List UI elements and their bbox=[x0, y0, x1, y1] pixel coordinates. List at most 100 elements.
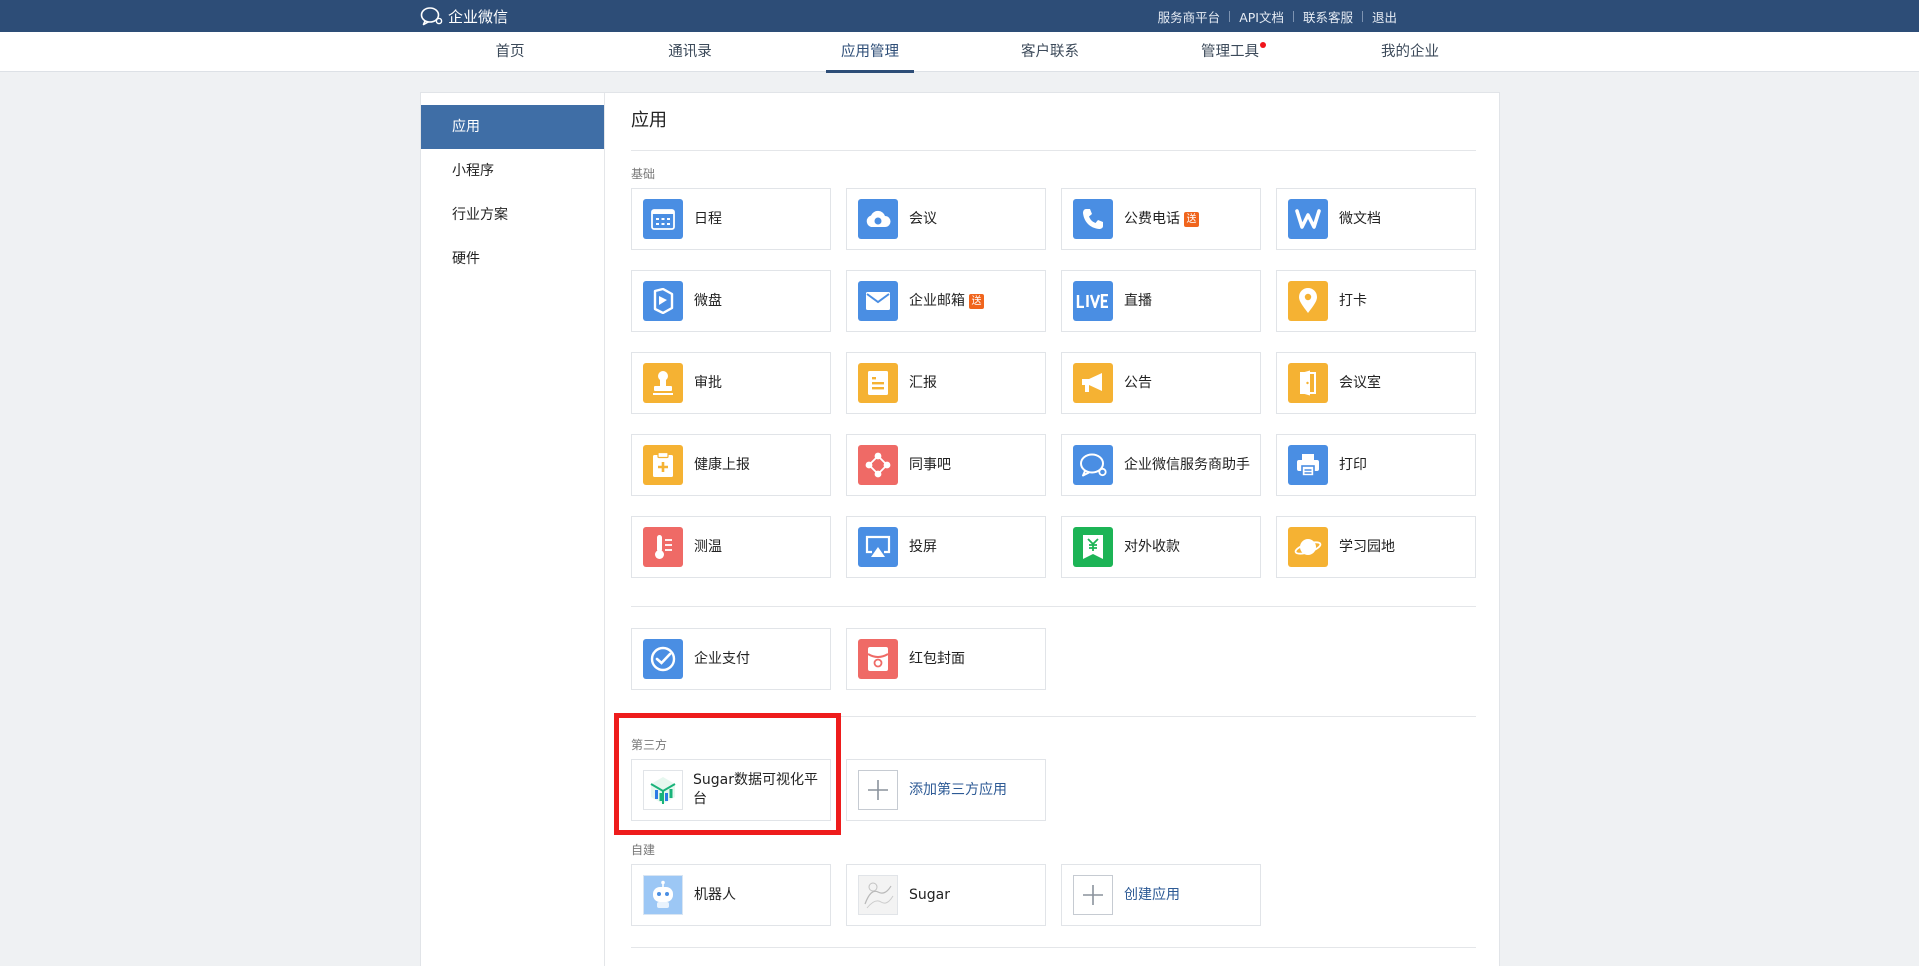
add-third-party-app-button[interactable]: 添加第三方应用 bbox=[846, 759, 1046, 821]
tab-contacts[interactable]: 通讯录 bbox=[646, 32, 734, 72]
app-tile[interactable]: 企业邮箱送 bbox=[846, 270, 1046, 332]
app-tile[interactable]: 学习园地 bbox=[1276, 516, 1476, 578]
megaphone-icon bbox=[1073, 363, 1113, 403]
contact-support-link[interactable]: 联系客服 bbox=[1303, 7, 1353, 26]
plus-icon bbox=[1073, 875, 1113, 915]
divider bbox=[1361, 10, 1363, 22]
wecom-logo-icon bbox=[420, 7, 443, 26]
tab-label: 管理工具 bbox=[1201, 44, 1259, 60]
planet-icon bbox=[1288, 527, 1328, 567]
tab-management-tools[interactable]: 管理工具 bbox=[1186, 32, 1274, 72]
app-label: Sugar bbox=[909, 886, 950, 903]
api-docs-link[interactable]: API文档 bbox=[1239, 7, 1284, 26]
logo[interactable]: 企业微信 bbox=[420, 5, 508, 27]
payment-apps-grid: 企业支付 红包封面 bbox=[631, 628, 1476, 690]
app-tile[interactable]: 企业支付 bbox=[631, 628, 831, 690]
app-tile[interactable]: 会议室 bbox=[1276, 352, 1476, 414]
notification-dot bbox=[1260, 42, 1266, 48]
sidebar-item-mini-programs[interactable]: 小程序 bbox=[421, 149, 604, 193]
calendar-icon bbox=[643, 199, 683, 239]
app-tile[interactable]: 测温 bbox=[631, 516, 831, 578]
app-label: 打卡 bbox=[1339, 292, 1367, 309]
app-name: 公费电话 bbox=[1124, 210, 1180, 227]
app-tile[interactable]: 微盘 bbox=[631, 270, 831, 332]
section-divider bbox=[631, 606, 1476, 607]
colleague-network-icon bbox=[858, 445, 898, 485]
app-tile[interactable]: 机器人 bbox=[631, 864, 831, 926]
yuan-payment-icon bbox=[1073, 527, 1113, 567]
app-label: 测温 bbox=[694, 538, 722, 555]
section-divider bbox=[631, 947, 1476, 948]
section-label-basic: 基础 bbox=[631, 167, 656, 181]
app-tile[interactable]: 会议 bbox=[846, 188, 1046, 250]
sidebar-item-industry-solutions[interactable]: 行业方案 bbox=[421, 193, 604, 237]
door-icon bbox=[1288, 363, 1328, 403]
app-tile[interactable]: 对外收款 bbox=[1061, 516, 1261, 578]
red-packet-icon bbox=[858, 639, 898, 679]
app-tile[interactable]: 微文档 bbox=[1276, 188, 1476, 250]
top-bar: 企业微信 服务商平台 API文档 联系客服 退出 bbox=[0, 0, 1919, 32]
sugar-sketch-icon bbox=[858, 875, 898, 915]
screen-cast-icon bbox=[858, 527, 898, 567]
app-label: 健康上报 bbox=[694, 456, 750, 473]
robot-icon bbox=[643, 875, 683, 915]
health-report-icon bbox=[643, 445, 683, 485]
app-tile[interactable]: 公费电话送 bbox=[1061, 188, 1261, 250]
app-label: 会议室 bbox=[1339, 374, 1381, 391]
plus-icon bbox=[858, 770, 898, 810]
app-label: 学习园地 bbox=[1339, 538, 1395, 555]
app-label: 企业支付 bbox=[694, 650, 750, 667]
create-app-button[interactable]: 创建应用 bbox=[1061, 864, 1261, 926]
logout-link[interactable]: 退出 bbox=[1372, 7, 1397, 26]
divider bbox=[1229, 10, 1231, 22]
sidebar-item-hardware[interactable]: 硬件 bbox=[421, 237, 604, 281]
w-doc-icon bbox=[1288, 199, 1328, 239]
service-provider-link[interactable]: 服务商平台 bbox=[1158, 7, 1221, 26]
divider bbox=[1292, 10, 1294, 22]
gift-badge: 送 bbox=[969, 293, 984, 309]
sidebar-item-apps[interactable]: 应用 bbox=[421, 105, 604, 149]
app-label: 企业邮箱送 bbox=[909, 292, 984, 311]
app-tile[interactable]: 打印 bbox=[1276, 434, 1476, 496]
meeting-cloud-icon bbox=[858, 199, 898, 239]
add-third-party-app-label: 添加第三方应用 bbox=[909, 781, 1007, 798]
app-tile[interactable]: 健康上报 bbox=[631, 434, 831, 496]
app-tile[interactable]: 投屏 bbox=[846, 516, 1046, 578]
section-label-custom: 自建 bbox=[631, 843, 656, 857]
top-links: 服务商平台 API文档 联系客服 退出 bbox=[1158, 0, 1397, 32]
app-label: 同事吧 bbox=[909, 456, 951, 473]
tab-my-enterprise[interactable]: 我的企业 bbox=[1366, 32, 1454, 72]
content-card: 应用 小程序 行业方案 硬件 应用 基础 日程 会议 公费电话 送 微文档 微盘… bbox=[420, 92, 1500, 966]
app-label: 会议 bbox=[909, 210, 937, 227]
app-tile[interactable]: Sugar bbox=[846, 864, 1046, 926]
app-tile[interactable]: 红包封面 bbox=[846, 628, 1046, 690]
custom-apps-grid: 机器人 Sugar 创建应用 bbox=[631, 864, 1476, 926]
tab-app-management[interactable]: 应用管理 bbox=[826, 32, 914, 73]
tab-home[interactable]: 首页 bbox=[466, 32, 554, 72]
app-label: 审批 bbox=[694, 374, 722, 391]
app-label: 对外收款 bbox=[1124, 538, 1180, 555]
app-tile[interactable]: 企业微信服务商助手 bbox=[1061, 434, 1261, 496]
app-label: 日程 bbox=[694, 210, 722, 227]
app-label: 红包封面 bbox=[909, 650, 965, 667]
basic-apps-grid: 日程 会议 公费电话送 微文档 微盘 企业邮箱 送 直播 打卡 审批 汇报 公告… bbox=[631, 188, 1476, 578]
app-tile[interactable]: 同事吧 bbox=[846, 434, 1046, 496]
app-tile[interactable]: 公告 bbox=[1061, 352, 1261, 414]
mail-icon bbox=[858, 281, 898, 321]
pay-check-icon bbox=[643, 639, 683, 679]
gift-badge: 送 bbox=[1184, 211, 1199, 227]
tab-customer-contact[interactable]: 客户联系 bbox=[1006, 32, 1094, 72]
app-tile[interactable]: 打卡 bbox=[1276, 270, 1476, 332]
app-label: 微盘 bbox=[694, 292, 722, 309]
app-label: 机器人 bbox=[694, 886, 736, 903]
create-app-label: 创建应用 bbox=[1124, 886, 1180, 903]
app-tile[interactable]: 日程 bbox=[631, 188, 831, 250]
app-tile[interactable]: 直播 bbox=[1061, 270, 1261, 332]
app-label: 汇报 bbox=[909, 374, 937, 391]
app-label: 直播 bbox=[1124, 292, 1152, 309]
logo-text: 企业微信 bbox=[448, 7, 509, 26]
main-nav: 首页 通讯录 应用管理 客户联系 管理工具 我的企业 bbox=[0, 32, 1919, 73]
page-title: 应用 bbox=[631, 93, 1476, 151]
app-tile[interactable]: 汇报 bbox=[846, 352, 1046, 414]
app-tile[interactable]: 审批 bbox=[631, 352, 831, 414]
